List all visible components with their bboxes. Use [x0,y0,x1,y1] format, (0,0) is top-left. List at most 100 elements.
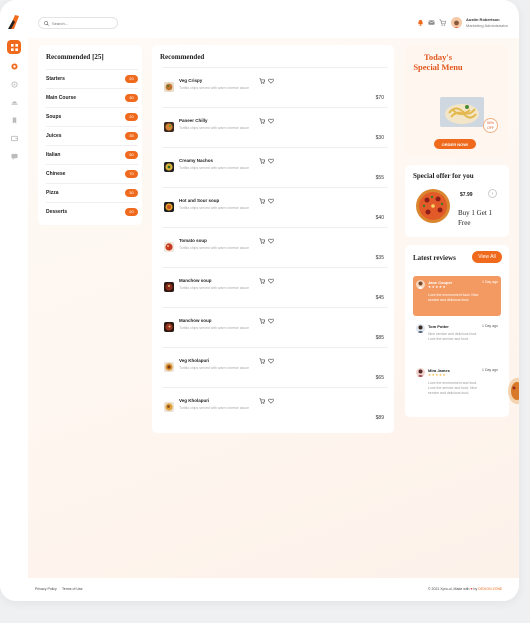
review-text: Nice service and delicious food. Love th… [428,332,478,341]
privacy-policy-link[interactable]: Privacy Policy [35,587,57,591]
reviewer-avatar [416,280,425,289]
category-count-badge: 20 [125,112,138,121]
dish-item[interactable]: Veg Crispy Tortilla chips served with wa… [162,67,388,108]
dish-name: Hot and Sour soup [179,198,220,203]
reviews-title: Latest reviews [413,254,456,262]
dish-image [164,282,174,292]
add-to-cart-icon[interactable] [259,198,265,204]
settings-icon[interactable] [7,77,21,91]
brand-link[interactable]: DEXIGN ZONE [478,587,502,591]
favorite-icon[interactable] [268,78,274,84]
category-item[interactable]: Starters 20 [46,69,138,87]
order-now-button[interactable]: ORDER NOW! [434,139,476,149]
user-role: Marketing Administrator [466,23,509,28]
search-input[interactable] [52,20,112,26]
dish-item[interactable]: Manchow soup Tortilla chips served with … [162,307,388,348]
favorite-icon[interactable] [268,238,274,244]
add-to-cart-icon[interactable] [259,78,265,84]
notification-icon[interactable] [417,19,424,26]
dish-item[interactable]: Manchow soup Tortilla chips served with … [162,267,388,308]
add-to-cart-icon[interactable] [259,278,265,284]
dish-item[interactable]: Tomato soup Tortilla chips served with w… [162,227,388,268]
add-to-cart-icon[interactable] [259,158,265,164]
dish-item[interactable]: Paneer Chilly Tortilla chips served with… [162,107,388,148]
user-avatar[interactable] [451,17,462,28]
cart-icon[interactable] [439,19,446,26]
dish-image [164,202,174,212]
category-item[interactable]: Main Course 30 [46,88,138,106]
dish-name: Manchow soup [179,318,212,323]
favorite-icon[interactable] [268,358,274,364]
terms-of-use-link[interactable]: Terms of Use [62,587,83,591]
category-label: Juices [46,132,62,139]
dish-price: $35 [375,255,384,261]
favorite-icon[interactable] [268,198,274,204]
bookmark-icon[interactable] [7,113,21,127]
category-item[interactable]: Desserts 20 [46,202,138,220]
favorite-icon[interactable] [268,158,274,164]
review-item[interactable]: Jane Cooper ★★★★★ 1 Day ago Love the env… [413,276,501,316]
category-label: Desserts [46,208,68,215]
dish-image [164,402,174,412]
review-time: 1 Day ago [482,368,498,372]
dish-item[interactable]: Hot and Sour soup Tortilla chips served … [162,187,388,228]
category-label: Starters [46,75,65,82]
dashboard-icon[interactable] [7,40,21,54]
category-label: Italian [46,151,61,158]
wallet-icon[interactable] [7,131,21,145]
dish-price: $85 [375,335,384,341]
review-text: Love the environment and food. Love the … [428,381,478,395]
sidebar-rail [0,0,28,601]
favorite-icon[interactable] [268,118,274,124]
review-item[interactable]: Mira James ★★★★★ 1 Day ago Love the envi… [413,364,501,404]
review-stars: ★★★★★ [428,285,447,289]
dish-image [164,242,174,252]
view-all-button[interactable]: View All [472,251,502,263]
discount-label: OFF [487,126,494,130]
dish-description: Tortilla chips served with warm cheese s… [179,166,250,170]
category-label: Chinese [46,170,66,177]
user-name: Austin Robertson [466,17,500,22]
search-icon [44,20,49,26]
pizza-image [416,189,450,223]
orders-icon[interactable] [7,95,21,109]
add-to-cart-icon[interactable] [259,238,265,244]
dish-description: Tortilla chips served with warm cheese s… [179,366,250,370]
category-item[interactable]: Pizza 30 [46,183,138,201]
favorite-icon[interactable] [268,398,274,404]
search-bar[interactable] [38,17,118,29]
review-item[interactable]: Tom Potter 1 Day ago Nice service and de… [413,320,501,360]
dish-item[interactable]: Creamy Nachos Tortilla chips served with… [162,147,388,188]
categories-title: Recommended [25] [46,53,104,61]
decorative-food-image [508,378,519,404]
message-icon[interactable] [428,19,435,26]
review-stars: ★★★★★ [428,373,447,377]
dish-item[interactable]: Veg Kholapuri Tortilla chips served with… [162,387,388,428]
categories-card: Recommended [25] Starters 20 Main Course… [38,45,142,225]
add-to-cart-icon[interactable] [259,318,265,324]
add-to-cart-icon[interactable] [259,398,265,404]
recommended-title: Recommended [160,53,205,61]
category-label: Main Course [46,94,77,101]
dish-name: Manchow soup [179,278,212,283]
dish-item[interactable]: Veg Kholapuri Tortilla chips served with… [162,347,388,388]
category-item[interactable]: Chinese 70 [46,164,138,182]
next-offer-button[interactable]: › [488,189,497,198]
category-count-badge: 30 [125,188,138,197]
reviewer-avatar [416,368,425,377]
food-order-icon[interactable] [7,59,21,73]
add-to-cart-icon[interactable] [259,358,265,364]
category-item[interactable]: Soups 20 [46,107,138,125]
category-item[interactable]: Juices 35 [46,126,138,144]
logo-icon [8,15,19,29]
add-to-cart-icon[interactable] [259,118,265,124]
dish-price: $89 [375,415,384,421]
category-item[interactable]: Italian 50 [46,145,138,163]
favorite-icon[interactable] [268,318,274,324]
dish-name: Veg Kholapuri [179,358,210,363]
favorite-icon[interactable] [268,278,274,284]
copyright-by: by [473,587,478,591]
dish-description: Tortilla chips served with warm cheese s… [179,326,250,330]
dish-description: Tortilla chips served with warm cheese s… [179,206,250,210]
chat-icon[interactable] [7,149,21,163]
